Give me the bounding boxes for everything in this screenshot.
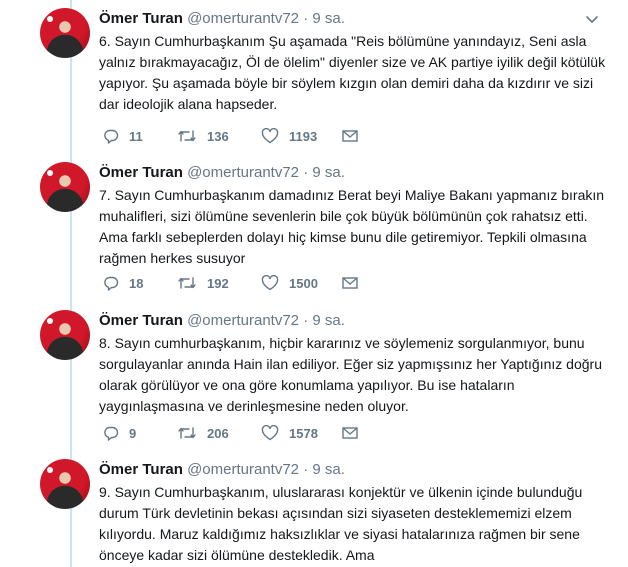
heart-icon <box>261 275 279 291</box>
retweet-button[interactable]: 192 <box>177 273 229 293</box>
author-name[interactable]: Ömer Turan <box>99 461 183 478</box>
tweet-actions: 11 136 1193 <box>99 126 379 146</box>
message-button[interactable] <box>342 423 358 443</box>
like-button[interactable]: 1578 <box>261 423 318 443</box>
tweet-actions: 18 192 1500 <box>99 273 379 293</box>
envelope-icon <box>342 427 358 439</box>
separator-dot: · <box>303 461 309 478</box>
tweet-header: Ömer Turan @omerturantv72 · 9 sa. <box>99 461 345 478</box>
separator-dot: · <box>303 312 309 329</box>
reply-button[interactable]: 11 <box>103 126 143 146</box>
retweet-count: 206 <box>207 425 229 441</box>
separator-dot: · <box>303 164 309 181</box>
reply-button[interactable]: 9 <box>103 423 136 443</box>
tweet-actions: 9 206 1578 <box>99 423 379 443</box>
like-button[interactable]: 1500 <box>261 273 318 293</box>
retweet-count: 136 <box>207 128 229 144</box>
retweet-icon <box>178 130 196 142</box>
message-button[interactable] <box>342 273 358 293</box>
heart-icon <box>261 128 279 144</box>
like-count: 1500 <box>289 275 318 291</box>
reply-count: 18 <box>129 275 144 291</box>
like-button[interactable]: 1193 <box>261 126 317 146</box>
retweet-count: 192 <box>207 275 229 291</box>
reply-button[interactable]: 18 <box>103 273 143 293</box>
tweet[interactable]: Ömer Turan @omerturantv72 · 9 sa. 6. Say… <box>0 2 628 152</box>
avatar[interactable] <box>40 310 90 360</box>
author-name[interactable]: Ömer Turan <box>99 164 183 181</box>
reply-icon <box>104 276 119 291</box>
heart-icon <box>261 425 279 441</box>
author-name[interactable]: Ömer Turan <box>99 10 183 27</box>
chevron-down-icon[interactable] <box>585 12 599 26</box>
tweet-header: Ömer Turan @omerturantv72 · 9 sa. <box>99 10 345 27</box>
author-handle[interactable]: @omerturantv72 <box>187 164 299 181</box>
author-name[interactable]: Ömer Turan <box>99 312 183 329</box>
timestamp[interactable]: 9 sa. <box>312 10 345 27</box>
tweet-text: 8. Sayın cumhurbaşkanım, hiçbir kararını… <box>99 335 602 414</box>
tweet-header: Ömer Turan @omerturantv72 · 9 sa. <box>99 164 345 181</box>
timestamp[interactable]: 9 sa. <box>312 164 345 181</box>
tweet-text: 6. Sayın Cumhurbaşkanım Şu aşamada "Reis… <box>99 33 606 112</box>
like-count: 1578 <box>289 425 318 441</box>
retweet-button[interactable]: 206 <box>177 423 229 443</box>
reply-count: 11 <box>129 128 143 144</box>
tweet[interactable]: Ömer Turan @omerturantv72 · 9 sa. 7. Say… <box>0 156 628 306</box>
like-count: 1193 <box>289 128 318 144</box>
tweet[interactable]: Ömer Turan @omerturantv72 · 9 sa. 8. Say… <box>0 304 628 454</box>
separator-dot: · <box>303 10 309 27</box>
timestamp[interactable]: 9 sa. <box>312 461 345 478</box>
author-handle[interactable]: @omerturantv72 <box>187 461 299 478</box>
author-handle[interactable]: @omerturantv72 <box>187 312 299 329</box>
tweet[interactable]: Ömer Turan @omerturantv72 · 9 sa. 9. Say… <box>0 453 628 567</box>
avatar[interactable] <box>40 8 90 58</box>
envelope-icon <box>342 130 358 142</box>
retweet-button[interactable]: 136 <box>177 126 229 146</box>
message-button[interactable] <box>342 126 358 146</box>
timestamp[interactable]: 9 sa. <box>312 312 345 329</box>
reply-icon <box>104 426 119 441</box>
tweet-header: Ömer Turan @omerturantv72 · 9 sa. <box>99 312 345 329</box>
retweet-icon <box>178 277 196 289</box>
tweet-text: 9. Sayın Cumhurbaşkanım, uluslararası ko… <box>99 484 583 563</box>
reply-icon <box>104 129 119 144</box>
envelope-icon <box>342 277 358 289</box>
author-handle[interactable]: @omerturantv72 <box>187 10 299 27</box>
avatar[interactable] <box>40 459 90 509</box>
avatar[interactable] <box>40 162 90 212</box>
tweet-text: 7. Sayın Cumhurbaşkanım damadınız Berat … <box>99 187 605 266</box>
retweet-icon <box>178 427 196 439</box>
reply-count: 9 <box>129 425 137 441</box>
